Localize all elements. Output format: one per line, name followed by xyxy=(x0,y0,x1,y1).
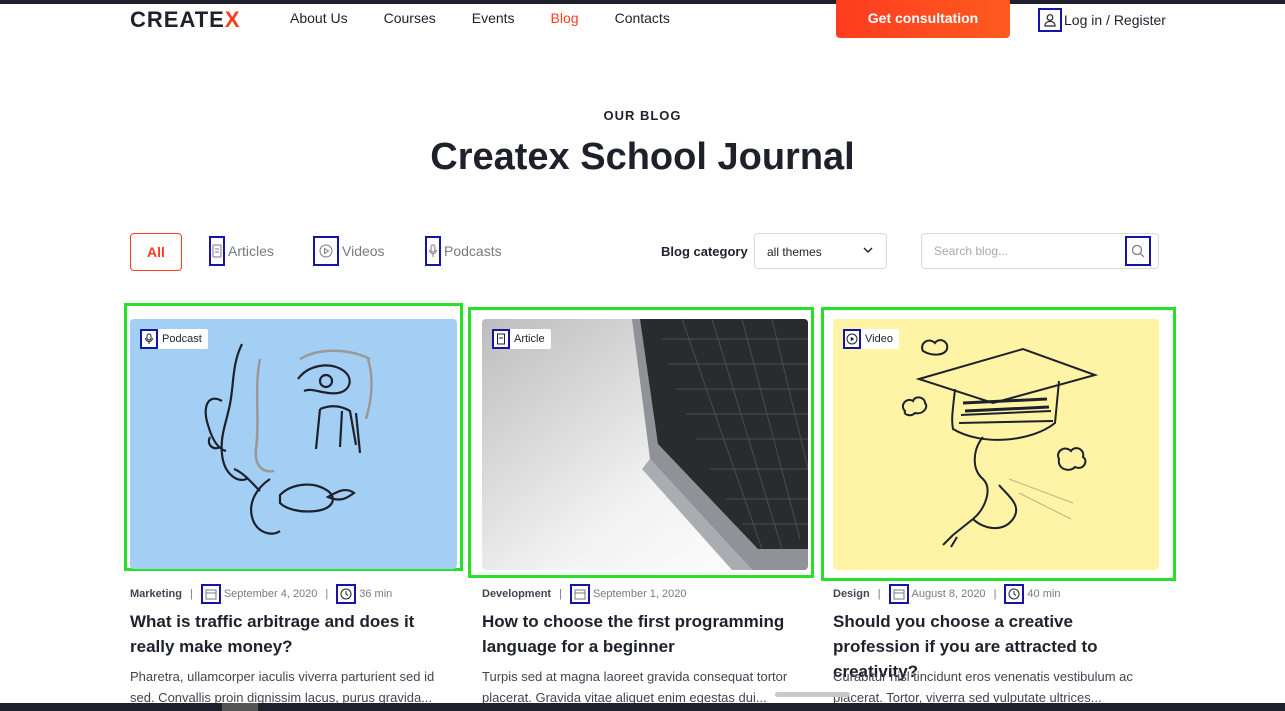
document-icon xyxy=(492,329,510,349)
blog-category-label: Blog category xyxy=(661,244,748,259)
card-meta: Development | September 1, 2020 xyxy=(482,584,687,604)
site-header: CREATEX About Us Courses Events Blog Con… xyxy=(0,0,1285,40)
bottom-bar xyxy=(0,703,1285,711)
podcast-illustration xyxy=(204,343,373,535)
card-category[interactable]: Design xyxy=(833,588,870,600)
badge-label: Video xyxy=(865,333,893,345)
podcast-badge: Podcast xyxy=(140,329,208,349)
meta-separator: | xyxy=(325,588,329,600)
nav-courses[interactable]: Courses xyxy=(384,10,436,26)
calendar-icon xyxy=(569,584,590,604)
graduation-illustration xyxy=(901,339,1099,548)
login-label: Log in / Register xyxy=(1064,12,1166,28)
search-box xyxy=(921,233,1159,269)
card-duration: 36 min xyxy=(359,588,393,600)
search-input[interactable] xyxy=(922,234,1122,268)
get-consultation-button[interactable]: Get consultation xyxy=(836,0,1010,38)
main-nav: About Us Courses Events Blog Contacts xyxy=(290,10,706,26)
meta-separator: | xyxy=(559,588,562,600)
category-select[interactable]: all themes xyxy=(754,233,887,269)
filter-articles-label: Articles xyxy=(228,243,274,259)
card-date: September 1, 2020 xyxy=(592,588,687,600)
logo-accent: X xyxy=(224,7,241,32)
nav-events[interactable]: Events xyxy=(472,10,515,26)
meta-separator: | xyxy=(993,588,997,600)
card-date: September 4, 2020 xyxy=(223,588,318,600)
card-category[interactable]: Marketing xyxy=(130,588,182,600)
badge-label: Article xyxy=(514,333,545,345)
filter-podcasts-label: Podcasts xyxy=(444,243,502,259)
card-excerpt: Pharetra, ullamcorper iaculis viverra pa… xyxy=(130,669,435,705)
nav-blog[interactable]: Blog xyxy=(551,10,579,26)
card-date: August 8, 2020 xyxy=(911,588,986,600)
card-meta: Design | August 8, 2020 | 40 min xyxy=(833,584,1060,604)
nav-about-us[interactable]: About Us xyxy=(290,10,348,26)
filter-podcasts[interactable]: Podcasts xyxy=(425,236,502,266)
badge-label: Podcast xyxy=(162,333,202,345)
card-title[interactable]: How to choose the first programming lang… xyxy=(482,609,812,659)
logo[interactable]: CREATEX xyxy=(130,7,241,33)
card-image[interactable]: Podcast xyxy=(130,319,457,569)
filter-videos[interactable]: Videos xyxy=(313,236,385,266)
scrollbar-thumb[interactable] xyxy=(222,703,258,711)
article-badge: Article xyxy=(492,329,551,349)
microphone-icon xyxy=(140,329,158,349)
clock-icon xyxy=(336,584,357,604)
card-image[interactable]: Video xyxy=(833,319,1159,570)
card-excerpt: Curabitur nisl tincidunt eros venenatis … xyxy=(833,669,1133,705)
card-meta: Marketing | September 4, 2020 | 36 min xyxy=(130,584,392,604)
card-duration: 40 min xyxy=(1027,588,1061,600)
play-icon xyxy=(313,236,339,266)
calendar-icon xyxy=(888,584,909,604)
nav-contacts[interactable]: Contacts xyxy=(615,10,670,26)
card-title[interactable]: What is traffic arbitrage and does it re… xyxy=(130,609,460,659)
horizontal-scrollbar[interactable] xyxy=(775,692,850,697)
card-image[interactable]: Article xyxy=(482,319,808,570)
laptop-photo xyxy=(482,319,808,570)
card-category[interactable]: Development xyxy=(482,588,551,600)
page-title: Createx School Journal xyxy=(430,136,855,178)
meta-separator: | xyxy=(877,588,881,600)
login-register-link[interactable]: Log in / Register xyxy=(1038,8,1166,32)
filter-videos-label: Videos xyxy=(342,243,385,259)
category-select-value: all themes xyxy=(767,245,822,259)
logo-text: CREATE xyxy=(130,7,225,32)
meta-separator: | xyxy=(189,588,193,600)
user-icon xyxy=(1038,8,1062,32)
chevron-down-icon xyxy=(862,244,874,259)
calendar-icon xyxy=(200,584,221,604)
filter-all-button[interactable]: All xyxy=(130,233,182,271)
video-badge: Video xyxy=(843,329,899,349)
card-excerpt: Turpis sed at magna laoreet gravida cons… xyxy=(482,669,788,705)
document-icon xyxy=(209,236,225,266)
clock-icon xyxy=(1004,584,1025,604)
filter-articles[interactable]: Articles xyxy=(209,236,274,266)
section-eyebrow: OUR BLOG xyxy=(603,108,682,123)
play-icon xyxy=(843,329,861,349)
search-icon[interactable] xyxy=(1125,236,1151,266)
microphone-icon xyxy=(425,236,441,266)
